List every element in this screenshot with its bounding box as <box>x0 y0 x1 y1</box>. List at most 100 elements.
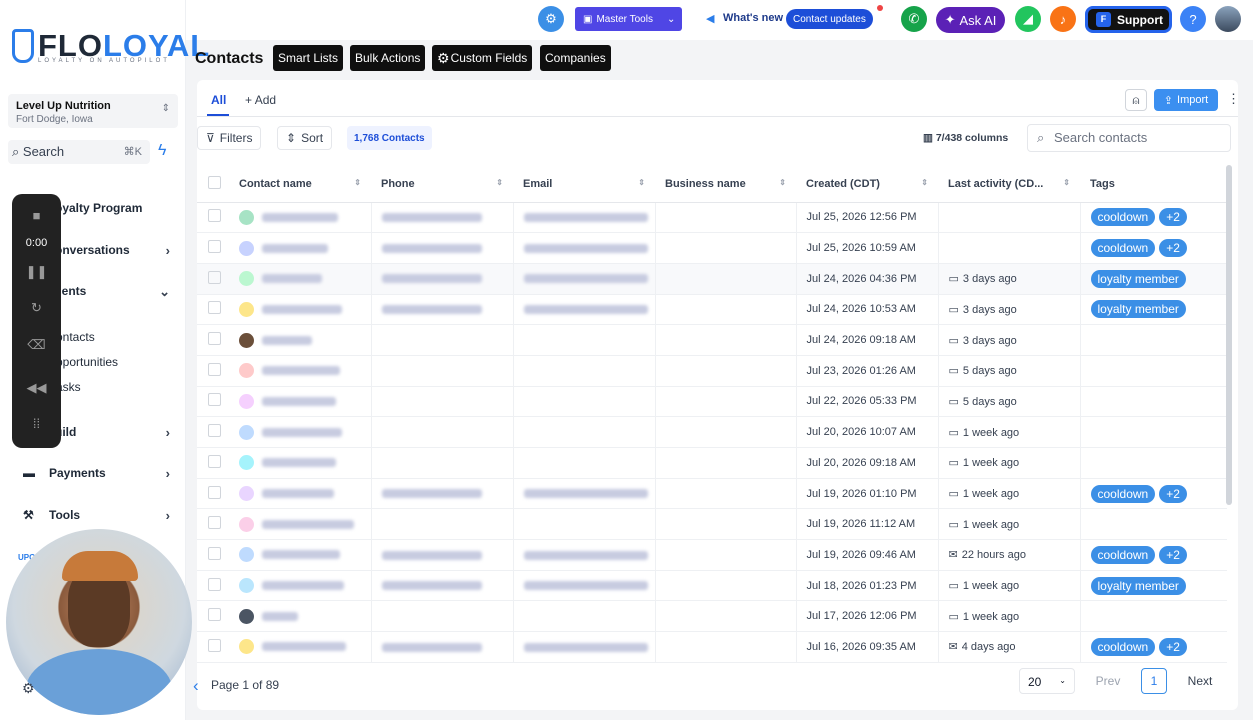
pause-icon[interactable]: ❚❚ <box>12 264 61 280</box>
row-checkbox[interactable] <box>208 209 221 223</box>
stop-icon[interactable]: ■ <box>12 208 61 223</box>
tag-badge[interactable]: +2 <box>1159 484 1187 503</box>
table-row[interactable]: Jul 16, 2026 09:35 AM ✉ 4 days ago cooldown… <box>197 631 1227 663</box>
contact-name-cell[interactable] <box>229 202 372 234</box>
contact-name-redacted[interactable] <box>262 304 342 314</box>
row-checkbox[interactable] <box>208 240 221 254</box>
row-checkbox[interactable] <box>208 301 221 315</box>
chevron-left-icon[interactable]: ‹ <box>193 676 199 696</box>
contact-name-cell[interactable] <box>229 600 372 633</box>
select-all-checkbox[interactable] <box>197 166 229 203</box>
row-checkbox[interactable] <box>208 424 221 438</box>
contact-name-redacted[interactable] <box>262 550 340 560</box>
table-row[interactable]: Jul 20, 2026 09:18 AM ▭ 1 week ago <box>197 447 1227 479</box>
search-contacts-input[interactable]: ⌕ Search contacts <box>1027 124 1231 152</box>
row-select-cell[interactable] <box>197 416 229 448</box>
settings-icon[interactable]: ⚙ <box>22 680 35 697</box>
contact-name-redacted[interactable] <box>262 489 334 499</box>
rewind-icon[interactable]: ◀◀ <box>12 380 61 396</box>
table-row[interactable]: Jul 22, 2026 05:33 PM ▭ 5 days ago <box>197 386 1227 418</box>
row-select-cell[interactable] <box>197 232 229 264</box>
page-size-select[interactable]: 20 ⌄ <box>1019 668 1075 694</box>
grip-icon[interactable]: ⁞⁞ <box>12 416 61 431</box>
table-row[interactable]: Jul 25, 2026 10:59 AM cooldown +2 <box>197 232 1227 264</box>
col-phone[interactable]: Phone ⇕ <box>371 166 513 203</box>
contact-name-redacted[interactable] <box>262 611 298 621</box>
row-checkbox[interactable] <box>208 454 221 468</box>
add-contact-icon[interactable]: ⍝ <box>1125 89 1147 111</box>
tag-badge[interactable]: +2 <box>1159 637 1187 656</box>
tag-badge[interactable]: cooldown <box>1090 239 1156 258</box>
col-tags[interactable]: Tags <box>1080 166 1227 203</box>
megaphone-announce-icon[interactable]: ◢ <box>1015 6 1041 32</box>
row-select-cell[interactable] <box>197 478 229 510</box>
contact-name-cell[interactable]: ⋮ <box>229 263 372 295</box>
tag-badge[interactable]: cooldown <box>1090 208 1156 227</box>
table-row[interactable]: Jul 25, 2026 12:56 PM cooldown +2 <box>197 202 1227 234</box>
tag-badge[interactable]: loyalty member <box>1090 576 1186 595</box>
table-row[interactable]: Jul 24, 2026 09:18 AM ▭ 3 days ago <box>197 324 1227 356</box>
table-scrollbar[interactable] <box>1226 165 1232 505</box>
row-select-cell[interactable] <box>197 539 229 571</box>
help-icon[interactable]: ? <box>1180 6 1206 32</box>
row-select-cell[interactable] <box>197 508 229 541</box>
row-select-cell[interactable] <box>197 324 229 356</box>
contact-name-redacted[interactable] <box>262 396 336 406</box>
contact-name-cell[interactable] <box>229 386 372 418</box>
companies-button[interactable]: Companies <box>540 45 611 71</box>
more-options-icon[interactable]: ⋮ <box>1227 91 1240 107</box>
row-select-cell[interactable] <box>197 294 229 326</box>
contact-name-redacted[interactable] <box>262 274 322 284</box>
sidebar-item-tools[interactable]: ⚒ Tools › <box>0 508 186 523</box>
contact-name-cell[interactable] <box>229 232 372 264</box>
row-select-cell[interactable] <box>197 263 229 295</box>
support-button[interactable]: F Support <box>1085 6 1172 33</box>
row-checkbox[interactable] <box>208 485 221 499</box>
row-checkbox[interactable] <box>208 638 221 652</box>
custom-fields-button[interactable]: ⚙ Custom Fields <box>432 45 533 71</box>
sidebar-item-opportunities[interactable]: pportunities <box>56 355 118 369</box>
table-row[interactable]: Jul 24, 2026 10:53 AM ▭ 3 days ago loyalty … <box>197 294 1227 326</box>
contact-name-redacted[interactable] <box>262 519 354 529</box>
location-switcher[interactable]: Level Up Nutrition Fort Dodge, Iowa ⇕ <box>8 94 178 128</box>
col-contact-name[interactable]: Contact name ⇕ <box>229 166 371 203</box>
contact-name-redacted[interactable] <box>262 427 342 437</box>
import-button[interactable]: ⇪ Import <box>1154 89 1218 111</box>
contact-name-cell[interactable] <box>229 631 372 663</box>
table-row[interactable]: Jul 17, 2026 12:06 PM ▭ 1 week ago <box>197 600 1227 633</box>
contact-name-redacted[interactable] <box>262 642 346 652</box>
bell-icon[interactable]: ♪ <box>1050 6 1076 32</box>
contact-name-cell[interactable] <box>229 416 372 448</box>
whats-new-link[interactable]: What's new <box>723 12 783 24</box>
row-select-cell[interactable] <box>197 631 229 663</box>
table-row[interactable]: Jul 23, 2026 01:26 AM ▭ 5 days ago <box>197 355 1227 387</box>
row-select-cell[interactable] <box>197 570 229 602</box>
contact-name-redacted[interactable] <box>262 212 338 222</box>
filters-button[interactable]: ⊽ Filters <box>197 126 262 150</box>
col-last-activity[interactable]: Last activity (CD... ⇕ <box>938 166 1080 203</box>
table-row[interactable]: Jul 19, 2026 01:10 PM ▭ 1 week ago cooldown… <box>197 478 1227 510</box>
contact-name-redacted[interactable] <box>262 243 328 253</box>
col-email[interactable]: Email ⇕ <box>513 166 655 203</box>
row-select-cell[interactable] <box>197 447 229 479</box>
sidebar-search[interactable]: ⌕ Search ⌘K <box>8 140 150 164</box>
contact-name-cell[interactable] <box>229 539 372 571</box>
tag-badge[interactable]: +2 <box>1159 208 1187 227</box>
table-row[interactable]: Jul 20, 2026 10:07 AM ▭ 1 week ago <box>197 416 1227 448</box>
row-checkbox[interactable] <box>208 362 221 376</box>
row-checkbox[interactable] <box>208 608 221 622</box>
col-business-name[interactable]: Business name ⇕ <box>655 166 796 203</box>
contact-name-redacted[interactable] <box>262 458 336 468</box>
row-checkbox[interactable] <box>208 516 221 530</box>
sidebar-item-contacts[interactable]: ontacts <box>56 330 95 344</box>
avatar[interactable] <box>1215 6 1241 32</box>
bulk-actions-button[interactable]: Bulk Actions <box>350 45 426 71</box>
contact-name-redacted[interactable] <box>262 335 312 345</box>
contact-name-cell[interactable] <box>229 478 372 510</box>
row-checkbox[interactable] <box>208 393 221 407</box>
ask-ai-button[interactable]: ✦ Ask AI <box>936 7 1005 33</box>
table-row[interactable]: Jul 18, 2026 01:23 PM ▭ 1 week ago loyalty … <box>197 570 1227 602</box>
sort-button[interactable]: ⇕ Sort <box>277 126 333 150</box>
contact-name-cell[interactable] <box>229 324 372 356</box>
table-row[interactable]: Jul 19, 2026 09:46 AM ✉ 22 hours ago cooldo… <box>197 539 1227 571</box>
